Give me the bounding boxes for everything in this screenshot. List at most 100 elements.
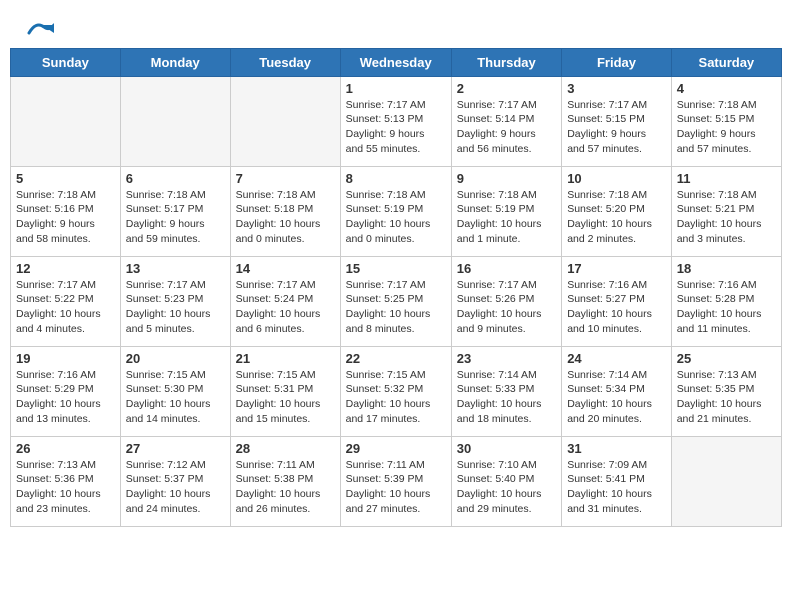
day-info: Sunrise: 7:10 AM Sunset: 5:40 PM Dayligh…	[457, 458, 556, 517]
weekday-tuesday: Tuesday	[230, 48, 340, 76]
day-info: Sunrise: 7:16 AM Sunset: 5:28 PM Dayligh…	[677, 278, 776, 337]
week-row-1: 1 Sunrise: 7:17 AM Sunset: 5:13 PM Daylig…	[11, 76, 782, 166]
day-cell-23: 23 Sunrise: 7:14 AM Sunset: 5:33 PM Dayli…	[451, 346, 561, 436]
day-info: Sunrise: 7:18 AM Sunset: 5:19 PM Dayligh…	[457, 188, 556, 247]
empty-cell-0-1	[120, 76, 230, 166]
calendar-wrapper: SundayMondayTuesdayWednesdayThursdayFrid…	[0, 48, 792, 537]
day-number: 14	[236, 261, 335, 276]
day-info: Sunrise: 7:14 AM Sunset: 5:34 PM Dayligh…	[567, 368, 666, 427]
day-info: Sunrise: 7:18 AM Sunset: 5:16 PM Dayligh…	[16, 188, 115, 247]
day-number: 11	[677, 171, 776, 186]
empty-cell-4-6	[671, 436, 781, 526]
day-info: Sunrise: 7:13 AM Sunset: 5:35 PM Dayligh…	[677, 368, 776, 427]
day-cell-27: 27Sunrise: 7:12 AM Sunset: 5:37 PM Dayli…	[120, 436, 230, 526]
day-cell-15: 15Sunrise: 7:17 AM Sunset: 5:25 PM Dayli…	[340, 256, 451, 346]
day-number: 8	[346, 171, 446, 186]
day-cell-18: 18 Sunrise: 7:16 AM Sunset: 5:28 PM Dayli…	[671, 256, 781, 346]
day-info: Sunrise: 7:15 AM Sunset: 5:30 PM Dayligh…	[126, 368, 225, 427]
day-number: 4	[677, 81, 776, 96]
day-cell-20: 20 Sunrise: 7:15 AM Sunset: 5:30 PM Dayli…	[120, 346, 230, 436]
day-cell-6: 6 Sunrise: 7:18 AM Sunset: 5:17 PM Daylig…	[120, 166, 230, 256]
day-cell-16: 16 Sunrise: 7:17 AM Sunset: 5:26 PM Dayli…	[451, 256, 561, 346]
day-number: 12	[16, 261, 115, 276]
day-cell-22: 22 Sunrise: 7:15 AM Sunset: 5:32 PM Dayli…	[340, 346, 451, 436]
day-info: Sunrise: 7:17 AM Sunset: 5:13 PM Dayligh…	[346, 98, 446, 157]
day-cell-14: 14 Sunrise: 7:17 AM Sunset: 5:24 PM Dayli…	[230, 256, 340, 346]
day-info: Sunrise: 7:12 AM Sunset: 5:37 PM Dayligh…	[126, 458, 225, 517]
day-number: 21	[236, 351, 335, 366]
day-number: 17	[567, 261, 666, 276]
day-info: Sunrise: 7:18 AM Sunset: 5:15 PM Dayligh…	[677, 98, 776, 157]
week-row-4: 19Sunrise: 7:16 AM Sunset: 5:29 PM Dayli…	[11, 346, 782, 436]
day-cell-11: 11 Sunrise: 7:18 AM Sunset: 5:21 PM Dayli…	[671, 166, 781, 256]
day-info: Sunrise: 7:14 AM Sunset: 5:33 PM Dayligh…	[457, 368, 556, 427]
day-number: 1	[346, 81, 446, 96]
day-info: Sunrise: 7:17 AM Sunset: 5:22 PM Dayligh…	[16, 278, 115, 337]
day-cell-13: 13 Sunrise: 7:17 AM Sunset: 5:23 PM Dayli…	[120, 256, 230, 346]
day-number: 5	[16, 171, 115, 186]
day-cell-1: 1 Sunrise: 7:17 AM Sunset: 5:13 PM Daylig…	[340, 76, 451, 166]
weekday-header-row: SundayMondayTuesdayWednesdayThursdayFrid…	[11, 48, 782, 76]
day-info: Sunrise: 7:17 AM Sunset: 5:24 PM Dayligh…	[236, 278, 335, 337]
day-cell-5: 5 Sunrise: 7:18 AM Sunset: 5:16 PM Daylig…	[11, 166, 121, 256]
day-info: Sunrise: 7:18 AM Sunset: 5:19 PM Dayligh…	[346, 188, 446, 247]
day-info: Sunrise: 7:18 AM Sunset: 5:18 PM Dayligh…	[236, 188, 335, 247]
day-cell-2: 2 Sunrise: 7:17 AM Sunset: 5:14 PM Daylig…	[451, 76, 561, 166]
day-info: Sunrise: 7:17 AM Sunset: 5:23 PM Dayligh…	[126, 278, 225, 337]
day-number: 3	[567, 81, 666, 96]
day-info: Sunrise: 7:18 AM Sunset: 5:21 PM Dayligh…	[677, 188, 776, 247]
day-info: Sunrise: 7:13 AM Sunset: 5:36 PM Dayligh…	[16, 458, 115, 517]
weekday-monday: Monday	[120, 48, 230, 76]
day-info: Sunrise: 7:15 AM Sunset: 5:32 PM Dayligh…	[346, 368, 446, 427]
day-cell-8: 8 Sunrise: 7:18 AM Sunset: 5:19 PM Daylig…	[340, 166, 451, 256]
day-cell-24: 24 Sunrise: 7:14 AM Sunset: 5:34 PM Dayli…	[562, 346, 672, 436]
day-cell-19: 19Sunrise: 7:16 AM Sunset: 5:29 PM Dayli…	[11, 346, 121, 436]
calendar-table: SundayMondayTuesdayWednesdayThursdayFrid…	[10, 48, 782, 527]
day-info: Sunrise: 7:17 AM Sunset: 5:26 PM Dayligh…	[457, 278, 556, 337]
day-number: 9	[457, 171, 556, 186]
day-cell-28: 28 Sunrise: 7:11 AM Sunset: 5:38 PM Dayli…	[230, 436, 340, 526]
day-number: 22	[346, 351, 446, 366]
day-number: 7	[236, 171, 335, 186]
day-cell-25: 25Sunrise: 7:13 AM Sunset: 5:35 PM Dayli…	[671, 346, 781, 436]
weekday-wednesday: Wednesday	[340, 48, 451, 76]
day-number: 13	[126, 261, 225, 276]
day-info: Sunrise: 7:16 AM Sunset: 5:29 PM Dayligh…	[16, 368, 115, 427]
logo	[20, 18, 54, 38]
day-number: 15	[346, 261, 446, 276]
day-number: 24	[567, 351, 666, 366]
day-cell-21: 21Sunrise: 7:15 AM Sunset: 5:31 PM Dayli…	[230, 346, 340, 436]
day-cell-9: 9 Sunrise: 7:18 AM Sunset: 5:19 PM Daylig…	[451, 166, 561, 256]
day-number: 20	[126, 351, 225, 366]
day-info: Sunrise: 7:17 AM Sunset: 5:15 PM Dayligh…	[567, 98, 666, 157]
day-number: 23	[457, 351, 556, 366]
day-number: 6	[126, 171, 225, 186]
day-number: 16	[457, 261, 556, 276]
weekday-friday: Friday	[562, 48, 672, 76]
day-cell-4: 4 Sunrise: 7:18 AM Sunset: 5:15 PM Daylig…	[671, 76, 781, 166]
weekday-saturday: Saturday	[671, 48, 781, 76]
weekday-sunday: Sunday	[11, 48, 121, 76]
empty-cell-0-2	[230, 76, 340, 166]
weekday-thursday: Thursday	[451, 48, 561, 76]
day-number: 28	[236, 441, 335, 456]
day-number: 18	[677, 261, 776, 276]
day-cell-31: 31 Sunrise: 7:09 AM Sunset: 5:41 PM Dayli…	[562, 436, 672, 526]
day-number: 10	[567, 171, 666, 186]
day-number: 30	[457, 441, 556, 456]
logo-icon	[24, 19, 54, 37]
day-number: 31	[567, 441, 666, 456]
day-cell-30: 30 Sunrise: 7:10 AM Sunset: 5:40 PM Dayli…	[451, 436, 561, 526]
day-cell-17: 17Sunrise: 7:16 AM Sunset: 5:27 PM Dayli…	[562, 256, 672, 346]
day-info: Sunrise: 7:11 AM Sunset: 5:38 PM Dayligh…	[236, 458, 335, 517]
day-info: Sunrise: 7:18 AM Sunset: 5:17 PM Dayligh…	[126, 188, 225, 247]
day-number: 2	[457, 81, 556, 96]
day-info: Sunrise: 7:09 AM Sunset: 5:41 PM Dayligh…	[567, 458, 666, 517]
day-info: Sunrise: 7:17 AM Sunset: 5:14 PM Dayligh…	[457, 98, 556, 157]
week-row-5: 26Sunrise: 7:13 AM Sunset: 5:36 PM Dayli…	[11, 436, 782, 526]
day-cell-3: 3 Sunrise: 7:17 AM Sunset: 5:15 PM Daylig…	[562, 76, 672, 166]
day-cell-10: 10Sunrise: 7:18 AM Sunset: 5:20 PM Dayli…	[562, 166, 672, 256]
day-cell-12: 12 Sunrise: 7:17 AM Sunset: 5:22 PM Dayli…	[11, 256, 121, 346]
week-row-2: 5 Sunrise: 7:18 AM Sunset: 5:16 PM Daylig…	[11, 166, 782, 256]
week-row-3: 12 Sunrise: 7:17 AM Sunset: 5:22 PM Dayli…	[11, 256, 782, 346]
